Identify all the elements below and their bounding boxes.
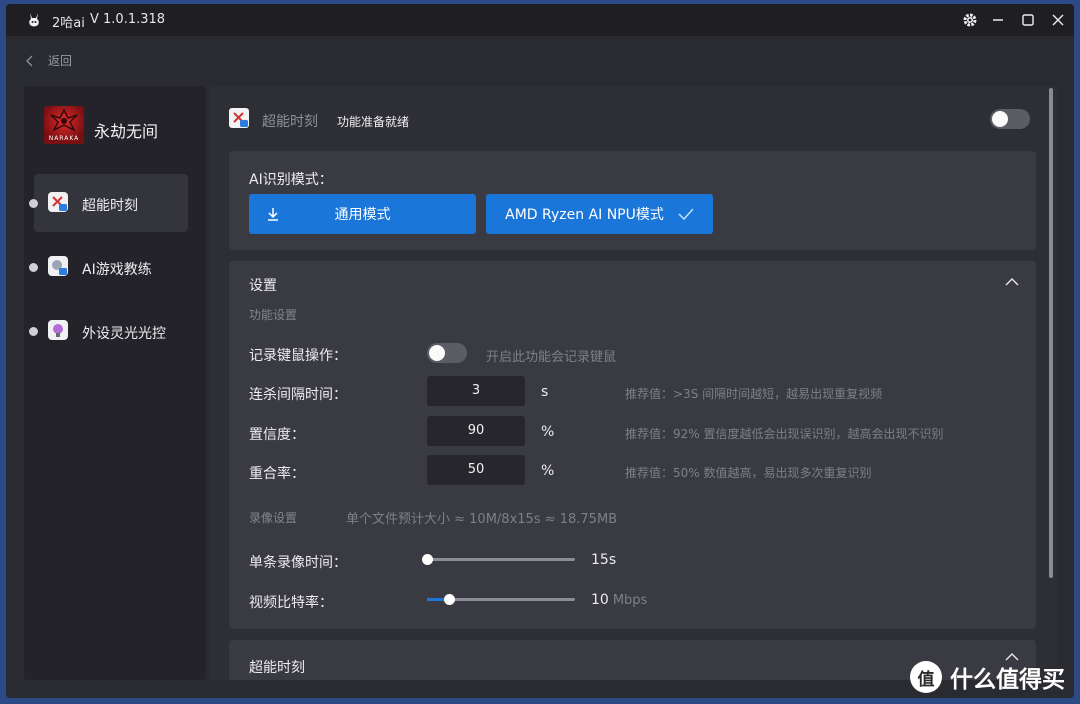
sidebar-item-label: AI游戏教练 bbox=[82, 262, 152, 278]
highlight-moment-icon bbox=[229, 108, 249, 128]
npu-mode-button[interactable]: AMD Ryzen AI NPU模式 bbox=[486, 194, 713, 234]
overlap-unit: % bbox=[541, 463, 555, 479]
feature-toggle[interactable] bbox=[990, 109, 1030, 129]
slider-thumb[interactable] bbox=[444, 594, 456, 605]
gear-icon[interactable] bbox=[960, 10, 980, 30]
confidence-input[interactable]: 90 bbox=[427, 416, 525, 446]
confidence-unit: % bbox=[541, 424, 555, 440]
close-icon[interactable] bbox=[1048, 10, 1068, 30]
lighting-icon bbox=[48, 320, 68, 340]
maximize-icon[interactable] bbox=[1018, 10, 1038, 30]
app-version: V 1.0.1.318 bbox=[90, 12, 166, 27]
clip-duration-value: 15s bbox=[591, 552, 617, 568]
chevron-left-icon bbox=[26, 55, 33, 66]
sidebar: NARAKA 永劫无间 超能时刻 AI游戏教练 外设灵光光控 bbox=[24, 86, 206, 680]
bitrate-slider[interactable] bbox=[427, 594, 575, 605]
overlap-label: 重合率： bbox=[249, 466, 305, 482]
sidebar-item-label: 超能时刻 bbox=[82, 198, 138, 214]
general-mode-label: 通用模式 bbox=[334, 207, 391, 223]
toggle-knob bbox=[429, 345, 445, 361]
back-label: 返回 bbox=[48, 54, 73, 68]
ai-mode-card: AI识别模式： 通用模式 AMD Ryzen AI NPU模式 bbox=[229, 151, 1036, 250]
clip-duration-slider[interactable] bbox=[422, 554, 575, 565]
function-settings-heading: 功能设置 bbox=[249, 308, 298, 322]
confidence-label: 置信度： bbox=[249, 427, 305, 443]
scrollbar[interactable] bbox=[1049, 88, 1053, 578]
clip-duration-label: 单条录像时间： bbox=[249, 555, 347, 571]
overlap-hint: 推荐值：50% 数值越高，易出现多次重复识别 bbox=[625, 466, 872, 480]
general-mode-button[interactable]: 通用模式 bbox=[249, 194, 476, 234]
game-logo: NARAKA bbox=[44, 106, 84, 144]
kill-interval-input[interactable]: 3 bbox=[427, 376, 525, 406]
sidebar-item-highlight-moments[interactable]: 超能时刻 bbox=[29, 174, 188, 232]
npu-mode-label: AMD Ryzen AI NPU模式 bbox=[505, 207, 664, 223]
chevron-up-icon[interactable] bbox=[1005, 277, 1019, 287]
record-input-label: 记录键鼠操作： bbox=[249, 348, 347, 364]
kill-interval-label: 连杀间隔时间： bbox=[249, 387, 347, 403]
section-title: 超能时刻 bbox=[249, 660, 305, 676]
app-name: 2哈ai bbox=[52, 16, 85, 31]
toggle-knob bbox=[992, 111, 1008, 127]
check-icon bbox=[678, 208, 694, 221]
ai-mode-label: AI识别模式： bbox=[249, 172, 333, 188]
main-panel: 超能时刻 功能准备就绪 AI识别模式： 通用模式 AMD Ryzen AI NP… bbox=[209, 86, 1057, 680]
ai-coach-icon bbox=[48, 256, 68, 276]
minimize-icon[interactable] bbox=[988, 10, 1008, 30]
overlap-input[interactable]: 50 bbox=[427, 455, 525, 485]
bitrate-value: 10 Mbps bbox=[591, 592, 648, 608]
watermark-logo: 值 bbox=[910, 661, 942, 693]
feature-title: 超能时刻 bbox=[262, 114, 318, 130]
sidebar-item-ai-coach[interactable]: AI游戏教练 bbox=[29, 238, 188, 296]
app-window: 2哈ai V 1.0.1.318 返回 NARAKA 永劫无间 超能时刻 AI游… bbox=[6, 4, 1074, 698]
sidebar-item-label: 外设灵光光控 bbox=[82, 326, 166, 342]
bitrate-label: 视频比特率： bbox=[249, 595, 333, 611]
record-input-hint: 开启此功能会记录键鼠 bbox=[486, 350, 617, 365]
naraka-emblem-icon bbox=[50, 108, 78, 132]
settings-card: 设置 功能设置 记录键鼠操作： 开启此功能会记录键鼠 连杀间隔时间： 3 s 推… bbox=[229, 261, 1036, 629]
confidence-hint: 推荐值：92% 置信度越低会出现误识别，越高会出现不识别 bbox=[625, 427, 944, 441]
watermark-text: 什么值得买 bbox=[950, 667, 1065, 693]
nav-indicator-dot bbox=[29, 263, 38, 272]
feature-status: 功能准备就绪 bbox=[337, 115, 410, 129]
download-icon bbox=[268, 208, 278, 221]
bunny-logo-icon bbox=[29, 13, 39, 27]
back-button[interactable]: 返回 bbox=[26, 52, 72, 69]
slider-thumb[interactable] bbox=[422, 554, 433, 565]
watermark: 值 什么值得买 bbox=[910, 660, 1065, 694]
record-size-note: 单个文件预计大小 ≈ 10M/8x15s ≈ 18.75MB bbox=[346, 512, 618, 527]
title-bar: 2哈ai V 1.0.1.318 bbox=[6, 4, 1074, 36]
settings-title: 设置 bbox=[249, 278, 277, 294]
sidebar-item-peripheral-lighting[interactable]: 外设灵光光控 bbox=[29, 302, 188, 360]
game-title: 永劫无间 bbox=[94, 122, 159, 141]
game-logo-text: NARAKA bbox=[48, 135, 80, 142]
kill-interval-hint: 推荐值：>3S 间隔时间越短，越易出现重复视频 bbox=[625, 387, 883, 401]
record-settings-heading: 录像设置 bbox=[249, 511, 298, 525]
nav-indicator-dot bbox=[29, 327, 38, 336]
highlight-moment-icon bbox=[48, 192, 68, 212]
nav-indicator-dot bbox=[29, 199, 38, 208]
record-input-toggle[interactable] bbox=[427, 343, 467, 363]
kill-interval-unit: s bbox=[541, 384, 549, 400]
